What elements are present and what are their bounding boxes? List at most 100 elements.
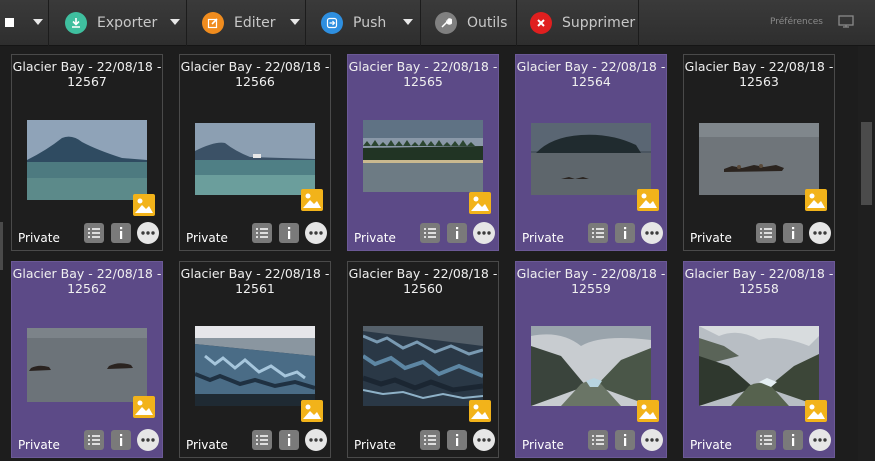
more-icon[interactable] <box>137 222 159 244</box>
more-icon[interactable] <box>809 429 831 451</box>
wrench-icon <box>435 12 457 34</box>
info-icon[interactable] <box>615 223 635 243</box>
more-icon[interactable] <box>809 222 831 244</box>
photo-card[interactable]: Glacier Bay - 22/08/18 - 12564 Private <box>515 54 667 251</box>
photo-card[interactable]: Glacier Bay - 22/08/18 - 12566 Private <box>179 54 331 251</box>
more-icon[interactable] <box>641 222 663 244</box>
image-type-icon <box>469 400 491 422</box>
info-icon[interactable] <box>279 223 299 243</box>
photo-card[interactable]: Glacier Bay - 22/08/18 - 12567 Private <box>11 54 163 251</box>
info-icon[interactable] <box>783 430 803 450</box>
info-icon[interactable] <box>111 430 131 450</box>
photo-card[interactable]: Glacier Bay - 22/08/18 - 12562 Private <box>11 261 163 458</box>
privacy-label: Private <box>354 231 396 245</box>
photo-thumbnail[interactable] <box>531 326 651 406</box>
export-button[interactable]: Exporter <box>65 0 157 46</box>
photo-thumbnail[interactable] <box>531 123 651 195</box>
photo-thumbnail[interactable] <box>195 123 315 195</box>
photo-card[interactable]: Glacier Bay - 22/08/18 - 12561 Private <box>179 261 331 458</box>
privacy-label: Private <box>690 438 732 452</box>
more-icon[interactable] <box>641 429 663 451</box>
push-group: Push <box>306 0 421 46</box>
export-label: Exporter <box>97 15 158 31</box>
privacy-label: Private <box>186 231 228 245</box>
export-dropdown-caret[interactable] <box>170 19 180 25</box>
card-title: Glacier Bay - 22/08/18 - 12565 <box>348 59 498 89</box>
more-icon[interactable] <box>305 429 327 451</box>
more-icon[interactable] <box>473 429 495 451</box>
list-icon[interactable] <box>84 223 104 243</box>
photo-thumbnail[interactable] <box>363 326 483 406</box>
image-type-icon <box>469 192 491 214</box>
left-scroll-handle[interactable] <box>0 222 3 270</box>
info-icon[interactable] <box>783 223 803 243</box>
select-checkbox[interactable] <box>5 18 14 27</box>
card-title: Glacier Bay - 22/08/18 - 12566 <box>180 59 330 89</box>
card-title: Glacier Bay - 22/08/18 - 12559 <box>516 266 666 296</box>
photo-thumbnail[interactable] <box>363 120 483 198</box>
photo-card[interactable]: Glacier Bay - 22/08/18 - 12559 Private <box>515 261 667 458</box>
image-type-icon <box>301 189 323 211</box>
edit-dropdown-caret[interactable] <box>290 19 300 25</box>
delete-button[interactable]: Supprimer <box>530 0 635 46</box>
privacy-label: Private <box>522 231 564 245</box>
list-icon[interactable] <box>588 430 608 450</box>
privacy-label: Private <box>18 231 60 245</box>
list-icon[interactable] <box>588 223 608 243</box>
list-icon[interactable] <box>420 223 440 243</box>
edit-button[interactable]: Editer <box>202 0 275 46</box>
preferences-link[interactable]: Préférences <box>770 17 823 27</box>
photo-card[interactable]: Glacier Bay - 22/08/18 - 12558 Private <box>683 261 835 458</box>
privacy-label: Private <box>18 438 60 452</box>
more-icon[interactable] <box>305 222 327 244</box>
card-title: Glacier Bay - 22/08/18 - 12562 <box>12 266 162 296</box>
image-type-icon <box>805 400 827 422</box>
list-icon[interactable] <box>84 430 104 450</box>
monitor-icon[interactable] <box>838 15 854 28</box>
vertical-scrollbar-track[interactable] <box>858 46 875 461</box>
photo-card[interactable]: Glacier Bay - 22/08/18 - 12565 Private <box>347 54 499 251</box>
card-title: Glacier Bay - 22/08/18 - 12558 <box>684 266 834 296</box>
tools-button[interactable]: Outils <box>435 0 507 46</box>
info-icon[interactable] <box>279 430 299 450</box>
push-button[interactable]: Push <box>321 0 386 46</box>
more-icon[interactable] <box>473 222 495 244</box>
selection-dropdown-caret[interactable] <box>33 19 43 25</box>
photo-card[interactable]: Glacier Bay - 22/08/18 - 12563 Private <box>683 54 835 251</box>
push-label: Push <box>353 15 387 31</box>
tools-group: Outils <box>421 0 517 46</box>
push-dropdown-caret[interactable] <box>403 19 413 25</box>
image-type-icon <box>133 194 155 216</box>
selection-group <box>0 0 49 46</box>
photo-thumbnail[interactable] <box>27 328 147 402</box>
photo-card[interactable]: Glacier Bay - 22/08/18 - 12560 Private <box>347 261 499 458</box>
photo-thumbnail[interactable] <box>195 326 315 406</box>
more-icon[interactable] <box>137 429 159 451</box>
info-icon[interactable] <box>447 430 467 450</box>
list-icon[interactable] <box>756 430 776 450</box>
photo-thumbnail[interactable] <box>699 123 819 195</box>
close-icon <box>530 12 552 34</box>
photo-thumbnail[interactable] <box>699 326 819 406</box>
photo-thumbnail[interactable] <box>27 120 147 200</box>
card-title: Glacier Bay - 22/08/18 - 12561 <box>180 266 330 296</box>
list-icon[interactable] <box>252 223 272 243</box>
list-icon[interactable] <box>252 430 272 450</box>
delete-group: Supprimer <box>517 0 639 46</box>
info-icon[interactable] <box>447 223 467 243</box>
list-icon[interactable] <box>756 223 776 243</box>
push-icon <box>321 12 343 34</box>
info-icon[interactable] <box>111 223 131 243</box>
image-type-icon <box>637 400 659 422</box>
image-type-icon <box>805 189 827 211</box>
download-icon <box>65 12 87 34</box>
edit-group: Editer <box>187 0 306 46</box>
tools-label: Outils <box>467 15 508 31</box>
list-icon[interactable] <box>420 430 440 450</box>
privacy-label: Private <box>690 231 732 245</box>
info-icon[interactable] <box>615 430 635 450</box>
vertical-scrollbar-thumb[interactable] <box>861 122 872 205</box>
image-type-icon <box>133 396 155 418</box>
card-title: Glacier Bay - 22/08/18 - 12560 <box>348 266 498 296</box>
image-type-icon <box>637 189 659 211</box>
